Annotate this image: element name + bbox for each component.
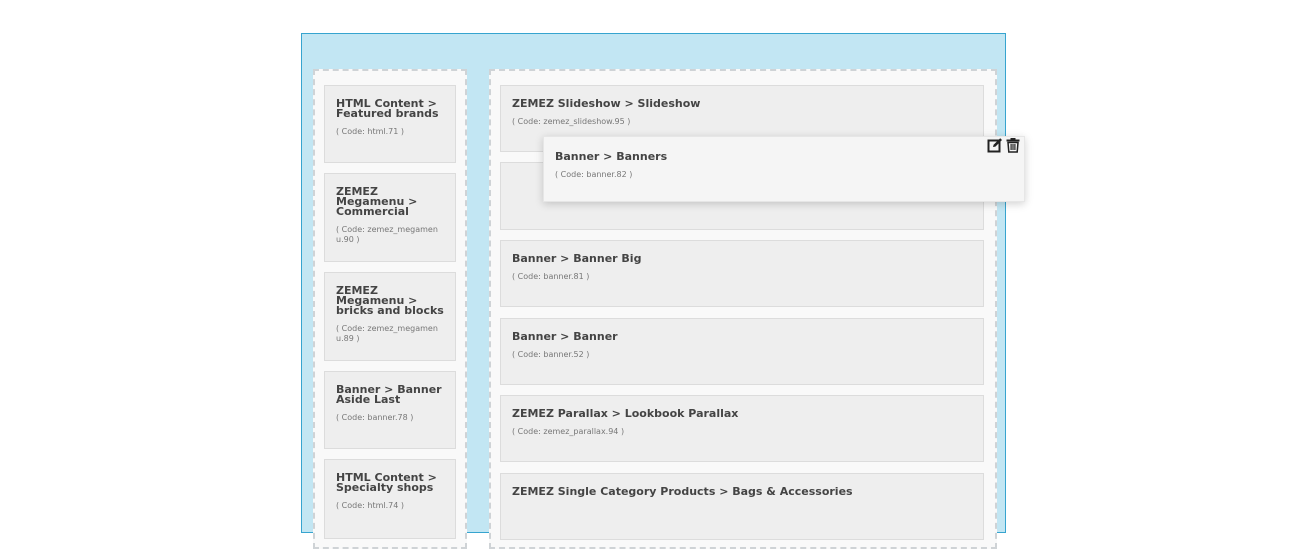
module-code: ( Code: banner.78 ) [336,413,414,422]
module-banner-aside-last[interactable]: Banner > Banner Aside Last ( Code: banne… [324,371,456,449]
module-title: HTML Content > Featured brands [336,97,439,120]
module-title: Banner > Banners [555,150,668,163]
module-code: ( Code: banner.52 ) [512,350,590,359]
trash-icon[interactable] [1005,137,1021,153]
module-code: ( Code: html.74 ) [336,501,404,510]
module-code: ( Code: zemez_parallax.94 ) [512,427,625,436]
module-code: ( Code: zemez_megamenu.90 ) [336,225,438,244]
module-featured-brands[interactable]: HTML Content > Featured brands ( Code: h… [324,85,456,163]
dragging-module-banners[interactable]: Banner > Banners ( Code: banner.82 ) [543,136,1025,202]
module-title: Banner > Banner Aside Last [336,383,442,406]
layout-position-zone: HTML Content > Featured brands ( Code: h… [301,33,1006,549]
module-banner[interactable]: Banner > Banner ( Code: banner.52 ) [500,318,984,385]
module-title: Banner > Banner Big [512,252,642,265]
module-megamenu-bricks[interactable]: ZEMEZ Megamenu > bricks and blocks ( Cod… [324,272,456,361]
module-code: ( Code: zemez_slideshow.95 ) [512,117,631,126]
module-banner-big[interactable]: Banner > Banner Big ( Code: banner.81 ) [500,240,984,307]
left-column: HTML Content > Featured brands ( Code: h… [313,69,467,549]
module-title: ZEMEZ Parallax > Lookbook Parallax [512,407,739,420]
module-megamenu-commercial[interactable]: ZEMEZ Megamenu > Commercial ( Code: zeme… [324,173,456,262]
module-title: Banner > Banner [512,330,618,343]
module-code: ( Code: zemez_megamenu.89 ) [336,324,438,343]
module-title: ZEMEZ Megamenu > Commercial [336,185,418,218]
module-specialty-shops[interactable]: HTML Content > Specialty shops ( Code: h… [324,459,456,539]
module-title: ZEMEZ Slideshow > Slideshow [512,97,701,110]
module-code: ( Code: banner.82 ) [555,170,633,179]
module-code: ( Code: banner.81 ) [512,272,590,281]
module-title: ZEMEZ Megamenu > bricks and blocks [336,284,444,317]
module-code: ( Code: html.71 ) [336,127,404,136]
edit-icon[interactable] [987,137,1003,153]
module-lookbook-parallax[interactable]: ZEMEZ Parallax > Lookbook Parallax ( Cod… [500,395,984,462]
module-tools [987,137,1021,153]
module-title: ZEMEZ Single Category Products > Bags & … [512,485,853,498]
module-title: HTML Content > Specialty shops [336,471,437,494]
